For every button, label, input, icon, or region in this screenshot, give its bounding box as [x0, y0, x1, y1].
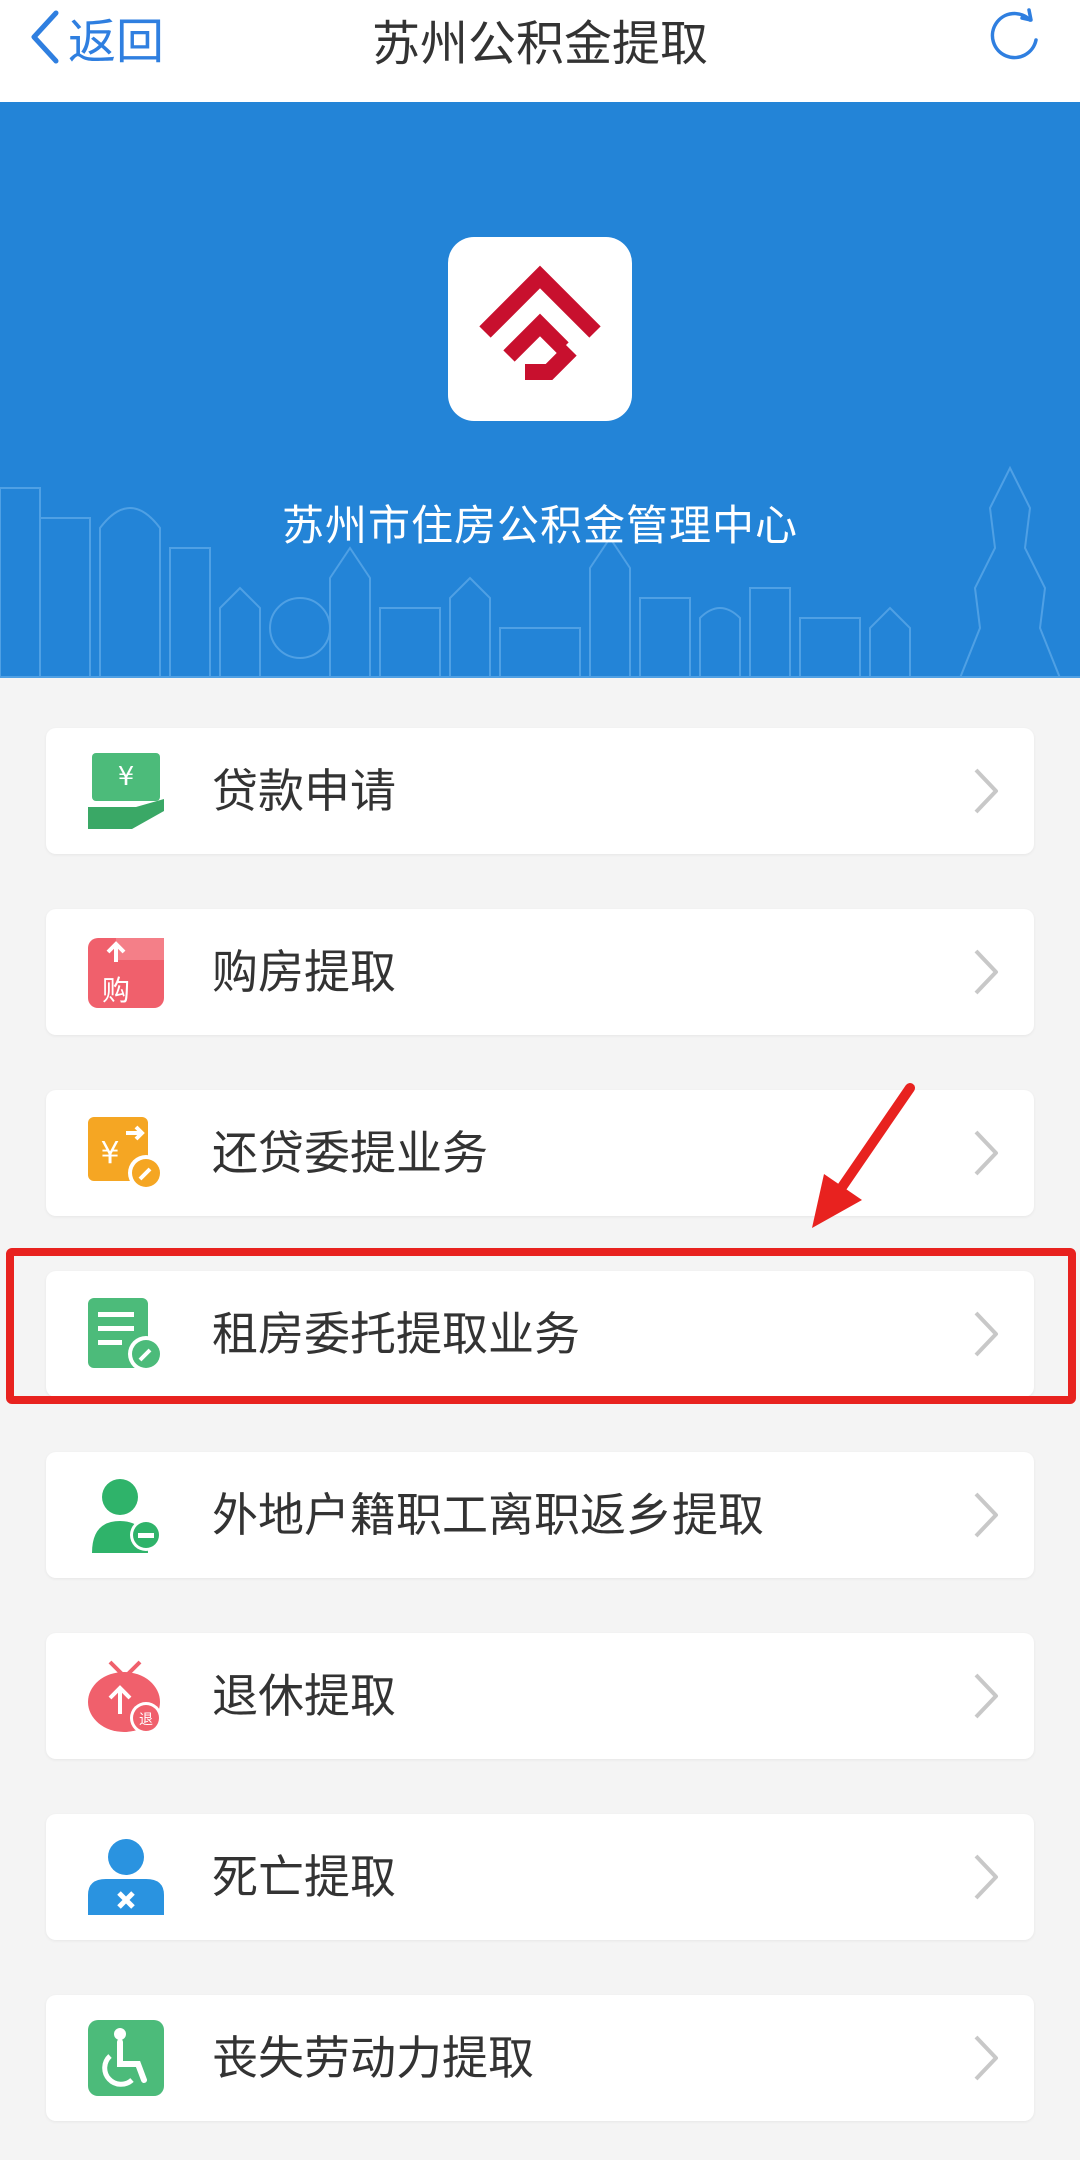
menu-item-label: 还贷委提业务 [212, 1126, 488, 1180]
menu-item-loan-application[interactable]: ¥ 贷款申请 [46, 728, 1034, 854]
chevron-right-icon [974, 1130, 998, 1176]
menu-item-death-withdrawal[interactable]: 死亡提取 [46, 1814, 1034, 1940]
menu-item-retirement-withdrawal[interactable]: 退 退休提取 [46, 1633, 1034, 1759]
menu-item-label: 贷款申请 [212, 764, 396, 818]
menu-item-label: 丧失劳动力提取 [212, 2031, 534, 2085]
city-skyline-illustration [0, 465, 1080, 678]
menu-item-label: 购房提取 [212, 945, 396, 999]
svg-text:退: 退 [139, 1712, 153, 1728]
menu-item-label: 死亡提取 [212, 1850, 396, 1904]
purchase-bag-icon: 购 [88, 938, 164, 1008]
housing-fund-logo [448, 237, 632, 421]
person-x-icon [88, 1839, 164, 1915]
retire-tomato-icon: 退 [88, 1660, 162, 1734]
menu-item-disability-withdrawal[interactable]: 丧失劳动力提取 [46, 1995, 1034, 2121]
person-minus-icon [92, 1479, 162, 1553]
annotation-arrow-icon [812, 1083, 915, 1228]
menu-item-label: 外地户籍职工离职返乡提取 [212, 1488, 764, 1542]
wheelchair-icon [88, 2020, 164, 2096]
page-title: 苏州公积金提取 [371, 16, 708, 72]
menu-item-label: 退休提取 [212, 1669, 396, 1723]
chevron-right-icon [974, 768, 998, 814]
chevron-right-icon [974, 2035, 998, 2081]
nav-bar: 返回 苏州公积金提取 [0, 0, 1080, 102]
repay-yen-icon: ¥ [88, 1117, 164, 1191]
menu-item-purchase-withdrawal[interactable]: 购 购房提取 [46, 909, 1034, 1035]
header-banner: 苏州市住房公积金管理中心 [0, 102, 1080, 678]
svg-text:¥: ¥ [118, 762, 135, 792]
loan-hand-yen-icon: ¥ [88, 753, 164, 829]
chevron-right-icon [974, 1492, 998, 1538]
svg-text:¥: ¥ [100, 1136, 119, 1171]
highlight-box [6, 1248, 1076, 1404]
page: 返回 苏州公积金提取 苏州市住房公积金管理中心 ¥ 贷款申请 购 购房提取 ¥ … [0, 0, 1080, 2160]
chevron-right-icon [974, 949, 998, 995]
organization-name: 苏州市住房公积金管理中心 [281, 501, 798, 550]
chevron-right-icon [974, 1673, 998, 1719]
svg-text:购: 购 [102, 974, 130, 1007]
chevron-right-icon [974, 1854, 998, 1900]
refresh-icon[interactable] [984, 6, 1044, 66]
menu-item-resign-return-withdrawal[interactable]: 外地户籍职工离职返乡提取 [46, 1452, 1034, 1578]
